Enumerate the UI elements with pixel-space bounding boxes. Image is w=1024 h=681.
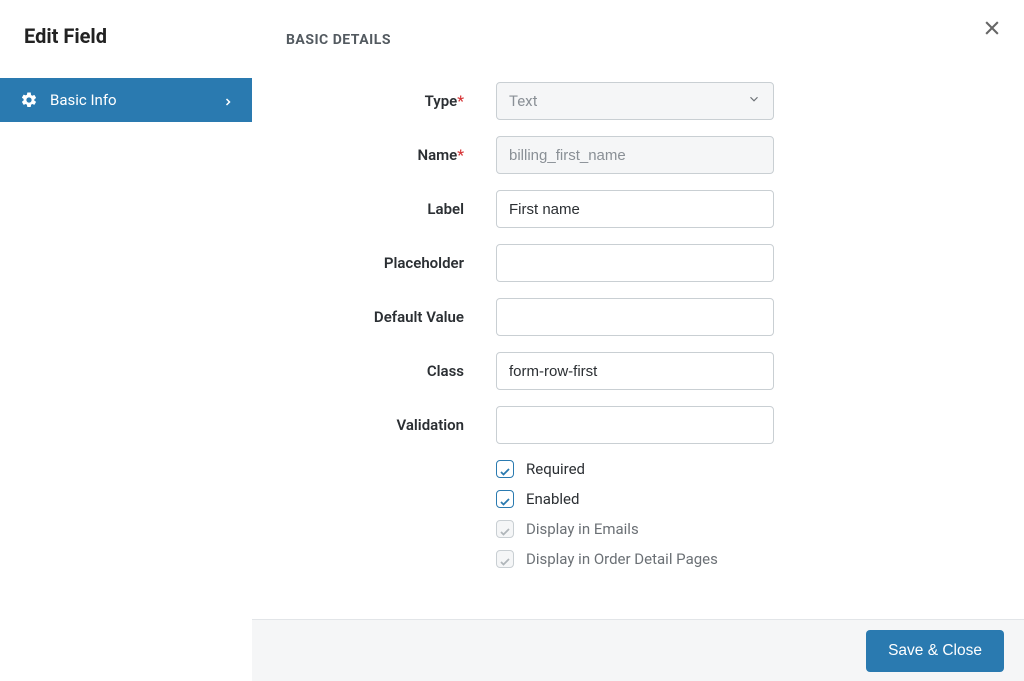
required-checkbox[interactable] <box>496 460 514 478</box>
save-close-button[interactable]: Save & Close <box>866 630 1004 672</box>
check-icon <box>499 493 511 505</box>
display-emails-checkbox[interactable] <box>496 520 514 538</box>
main-panel: BASIC DETAILS Type* Text Name* <box>252 0 1024 681</box>
sidebar-item-label: Basic Info <box>50 91 210 109</box>
required-label: Required <box>526 460 585 478</box>
enabled-checkbox[interactable] <box>496 490 514 508</box>
chevron-right-icon <box>222 94 234 106</box>
sidebar-item-basic-info[interactable]: Basic Info <box>0 78 252 122</box>
name-field <box>496 136 774 174</box>
label-name: Name* <box>252 146 496 164</box>
close-icon <box>982 23 1002 42</box>
label-type: Type* <box>252 92 496 110</box>
label-validation: Validation <box>252 416 496 434</box>
close-button[interactable] <box>982 18 1002 42</box>
enabled-label: Enabled <box>526 490 579 508</box>
validation-field[interactable] <box>496 406 774 444</box>
label-label: Label <box>252 200 496 218</box>
type-select[interactable]: Text <box>496 82 774 120</box>
class-field[interactable] <box>496 352 774 390</box>
display-order-pages-label: Display in Order Detail Pages <box>526 550 718 568</box>
default-value-field[interactable] <box>496 298 774 336</box>
page-title: Edit Field <box>0 0 252 78</box>
label-default-value: Default Value <box>252 308 496 326</box>
chevron-down-icon <box>747 92 761 110</box>
sidebar: Edit Field Basic Info <box>0 0 252 681</box>
footer: Save & Close <box>252 619 1024 681</box>
display-order-pages-checkbox[interactable] <box>496 550 514 568</box>
gear-icon <box>20 91 38 109</box>
display-emails-label: Display in Emails <box>526 520 639 538</box>
check-icon <box>499 523 511 535</box>
label-placeholder: Placeholder <box>252 254 496 272</box>
form-area: Type* Text Name* Label <box>252 48 1024 580</box>
check-icon <box>499 463 511 475</box>
check-icon <box>499 553 511 565</box>
placeholder-field[interactable] <box>496 244 774 282</box>
label-field[interactable] <box>496 190 774 228</box>
label-class: Class <box>252 362 496 380</box>
type-select-value: Text <box>509 92 538 110</box>
section-heading: BASIC DETAILS <box>252 0 1024 48</box>
